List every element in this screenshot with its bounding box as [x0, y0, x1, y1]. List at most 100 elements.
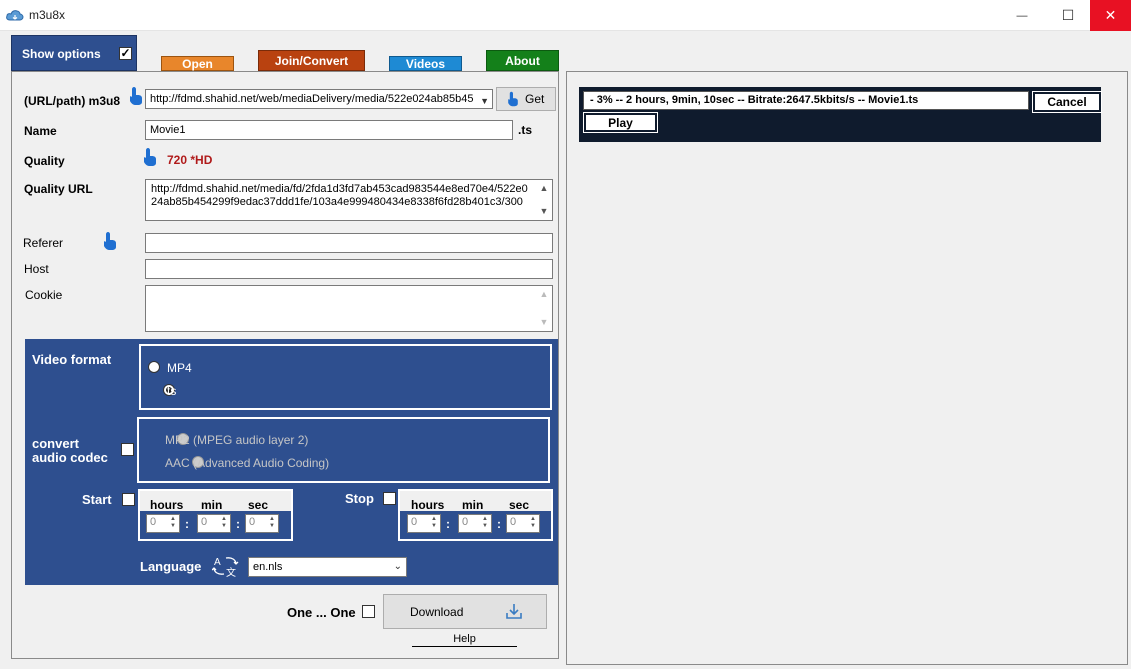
name-label: Name: [24, 124, 57, 138]
spinner-arrows-icon[interactable]: ▲ ▼: [480, 516, 490, 531]
progress-status-value: - 3% -- 2 hours, 9min, 10sec -- Bitrate:…: [590, 94, 919, 106]
stop-checkbox[interactable]: [383, 492, 396, 505]
download-button[interactable]: Download: [383, 594, 547, 629]
url-value: http://fdmd.shahid.net/web/mediaDelivery…: [150, 93, 474, 105]
play-button-label: Play: [608, 115, 633, 130]
chevron-down-icon[interactable]: ⌄: [394, 561, 402, 572]
one-one-checkbox[interactable]: [362, 605, 375, 618]
hand-pointer-icon[interactable]: [143, 147, 157, 167]
convert-audio-checkbox[interactable]: [121, 443, 134, 456]
language-label: Language: [140, 559, 202, 574]
show-options-checkbox[interactable]: [119, 47, 132, 60]
url-combobox[interactable]: http://fdmd.shahid.net/web/mediaDelivery…: [145, 89, 493, 109]
audio-codec-group: [137, 417, 550, 483]
close-button[interactable]: ✕: [1090, 0, 1131, 31]
cancel-button[interactable]: Cancel: [1032, 91, 1102, 113]
start-label: Start: [82, 492, 112, 507]
stop-hours-label: hours: [411, 498, 445, 512]
progress-status-text: - 3% -- 2 hours, 9min, 10sec -- Bitrate:…: [583, 91, 1029, 110]
cancel-button-label: Cancel: [1047, 95, 1087, 109]
start-hours-label: hours: [150, 498, 184, 512]
tab-open[interactable]: Open: [161, 56, 234, 71]
start-min-spinner[interactable]: 0 ▲ ▼: [197, 514, 231, 533]
scroll-down-icon[interactable]: ▼: [536, 205, 552, 218]
quality-url-scrollbar[interactable]: ▲ ▼: [536, 180, 552, 220]
spinner-arrows-icon[interactable]: ▲ ▼: [267, 516, 277, 531]
spinner-arrows-icon[interactable]: ▲ ▼: [429, 516, 439, 531]
host-input[interactable]: [145, 259, 553, 279]
tab-videos[interactable]: Videos: [389, 56, 462, 71]
colon-separator: :: [497, 517, 501, 531]
stop-sec-label: sec: [509, 498, 530, 512]
minimize-button[interactable]: —: [999, 0, 1045, 31]
start-min-value: 0: [201, 516, 208, 528]
start-hours-spinner[interactable]: 0 ▲ ▼: [146, 514, 180, 533]
hand-pointer-icon: [508, 91, 518, 107]
radio-ts-label: ts: [167, 384, 177, 398]
minimize-icon: —: [1016, 9, 1028, 22]
spinner-arrows-icon[interactable]: ▲ ▼: [528, 516, 538, 531]
title-bar: m3u8x — ☐ ✕: [0, 0, 1131, 31]
play-button[interactable]: Play: [583, 112, 658, 133]
help-link[interactable]: Help: [412, 633, 517, 647]
get-button-label: Get: [525, 92, 545, 106]
cookie-textarea[interactable]: ▲ ▼: [145, 285, 553, 332]
name-input[interactable]: Movie1: [145, 120, 513, 140]
svg-text:文: 文: [226, 566, 236, 578]
tab-show-options-label: Show options: [22, 47, 101, 61]
scroll-up-icon[interactable]: ▲: [536, 182, 552, 195]
start-hours-value: 0: [150, 516, 157, 528]
stop-sec-value: 0: [510, 516, 517, 528]
url-label: (URL/path) m3u8: [24, 94, 120, 108]
stop-hours-value: 0: [411, 516, 418, 528]
translate-icon: A 文: [212, 557, 239, 578]
convert-audio-label-line2: audio codec: [32, 450, 108, 465]
start-checkbox[interactable]: [122, 493, 135, 506]
scroll-up-icon[interactable]: ▲: [536, 288, 552, 301]
get-button[interactable]: Get: [496, 87, 556, 111]
tab-about[interactable]: About: [486, 50, 559, 71]
close-icon: ✕: [1104, 7, 1117, 23]
language-select[interactable]: en.nls ⌄: [248, 557, 407, 577]
quality-url-textarea[interactable]: http://fdmd.shahid.net/media/fd/2fda1d3f…: [145, 179, 553, 221]
start-sec-spinner[interactable]: 0 ▲ ▼: [245, 514, 279, 533]
window-title: m3u8x: [29, 8, 66, 22]
tab-join-convert[interactable]: Join/Convert: [258, 50, 365, 71]
hand-pointer-icon[interactable]: [129, 86, 143, 106]
hand-pointer-icon[interactable]: [103, 231, 117, 251]
stop-sec-spinner[interactable]: 0 ▲ ▼: [506, 514, 540, 533]
radio-mp2-label: MP2 (MPEG audio layer 2): [165, 433, 309, 447]
stop-hours-spinner[interactable]: 0 ▲ ▼: [407, 514, 441, 533]
cloud-icon: [6, 10, 24, 21]
radio-mp4[interactable]: [148, 361, 160, 373]
colon-separator: :: [185, 517, 189, 531]
spinner-arrows-icon[interactable]: ▲ ▼: [168, 516, 178, 531]
video-format-label: Video format: [32, 352, 112, 367]
help-link-label: Help: [453, 633, 476, 645]
tab-show-options[interactable]: Show options: [11, 35, 137, 71]
download-arrow-icon: [506, 604, 522, 619]
maximize-button[interactable]: ☐: [1045, 0, 1091, 31]
downloads-panel: [566, 71, 1128, 665]
scroll-down-icon[interactable]: ▼: [536, 316, 552, 329]
stop-min-label: min: [462, 498, 484, 512]
one-one-label: One ... One: [287, 605, 356, 620]
spinner-arrows-icon[interactable]: ▲ ▼: [219, 516, 229, 531]
stop-label: Stop: [345, 491, 374, 506]
cookie-scrollbar[interactable]: ▲ ▼: [536, 286, 552, 331]
stop-min-spinner[interactable]: 0 ▲ ▼: [458, 514, 492, 533]
chevron-down-icon[interactable]: ▼: [480, 94, 489, 108]
language-value: en.nls: [253, 561, 283, 573]
radio-aac-label: AAC (Advanced Audio Coding): [165, 456, 330, 470]
quality-url-label: Quality URL: [24, 182, 93, 196]
start-sec-value: 0: [249, 516, 256, 528]
quality-url-value: http://fdmd.shahid.net/media/fd/2fda1d3f…: [151, 183, 528, 208]
stop-min-value: 0: [462, 516, 469, 528]
colon-separator: :: [236, 517, 240, 531]
download-button-label: Download: [410, 604, 464, 619]
cookie-label: Cookie: [25, 288, 63, 302]
referer-input[interactable]: [145, 233, 553, 253]
name-extension: .ts: [518, 123, 533, 137]
referer-label: Referer: [23, 236, 64, 250]
quality-value: 720 *HD: [167, 153, 213, 167]
